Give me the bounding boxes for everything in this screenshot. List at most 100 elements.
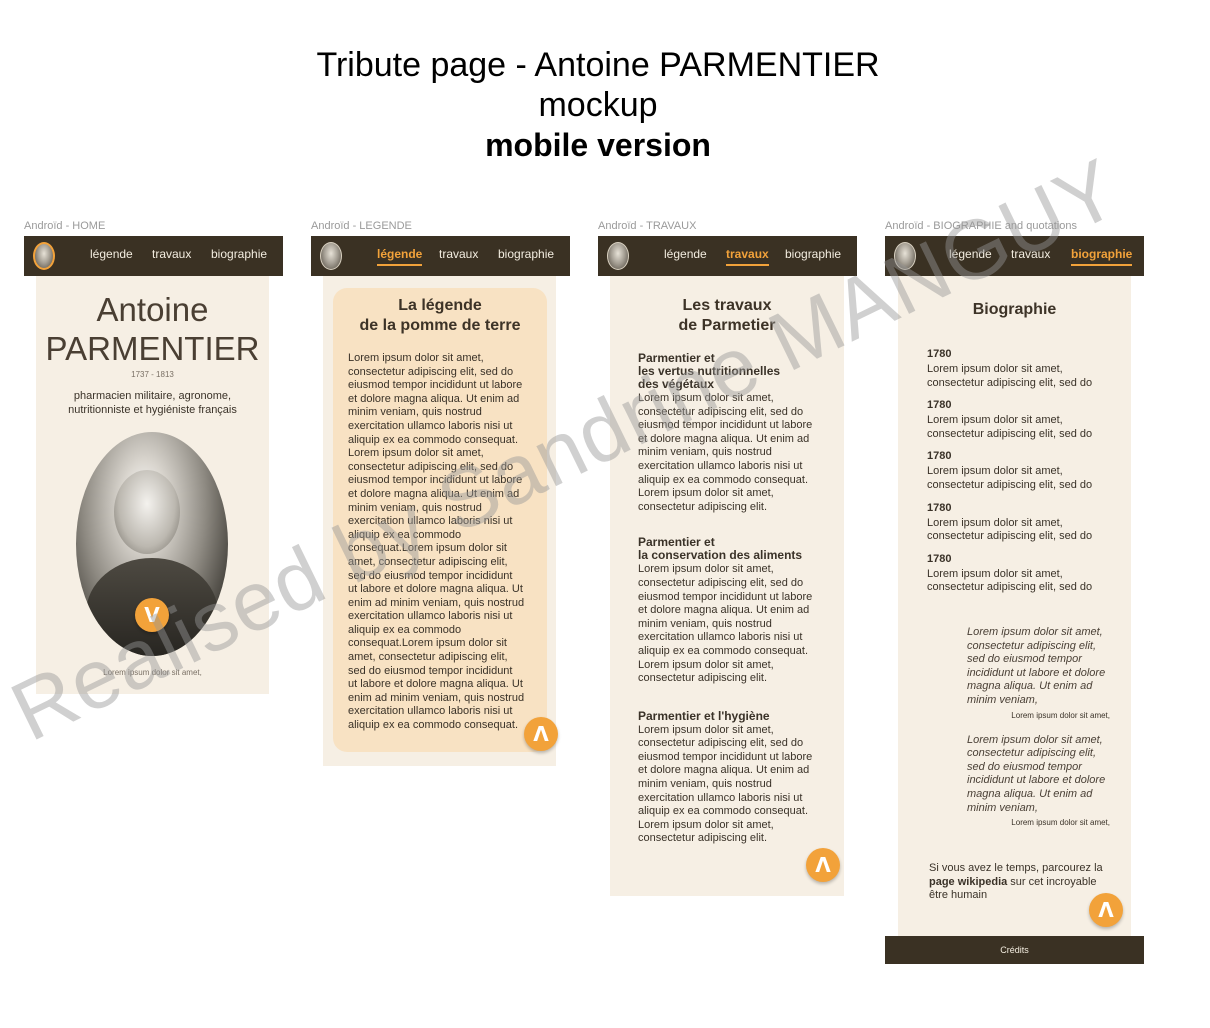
travaux-section-title-line: Parmentier et l'hygiène [638,708,770,723]
travaux-heading-line-2: de Parmetier [678,317,776,334]
biography-entry: 1780 Lorem ipsum dolor sit amet, consectet… [927,399,1127,441]
travaux-section-title: Parmentier et l'hygiène [638,708,838,723]
nav-legende[interactable]: légende [377,247,423,266]
portrait-face [114,470,180,554]
biography-year: 1780 [927,450,952,463]
travaux-text-line: aliquip ex ea commodo consequat. [638,805,808,818]
legende-text-line: ut labore et dolore magna aliqua. Ut [348,678,523,691]
legende-text-line: Lorem ipsum dolor sit amet, [348,447,484,460]
quotation-line: Lorem ipsum dolor sit amet, [967,733,1103,746]
travaux-section-body: Lorem ipsum dolor sit amet, consectetur a… [638,563,838,685]
nav-biographie[interactable]: biographie [1071,247,1133,266]
biography-text: Lorem ipsum dolor sit amet, [927,363,1063,375]
legende-text-line: eiusmod tempor incididunt ut labore [348,379,523,392]
parmentier-avatar-icon[interactable] [607,242,629,270]
biography-year: 1780 [927,501,952,514]
biography-text: consectetur adipiscing elit, sed do [927,581,1093,594]
legende-text-line: aliquip ex ea commodo [348,528,462,541]
nav-biographie[interactable]: biographie [785,247,841,261]
travaux-text-line: minim veniam, quis nostrud [638,617,772,630]
quotation-line: consectetur adipiscing elit, [967,747,1097,760]
nav-travaux[interactable]: travaux [439,247,478,261]
legende-text-line: amet, consectetur adipiscing elit, [348,555,508,568]
scroll-up-button[interactable]: Λ [1089,893,1123,927]
scroll-down-button[interactable]: V [135,598,169,632]
navbar-biographie: légende travaux biographie [885,236,1144,276]
travaux-section: Parmentier et les vertus nutritionnelles d… [638,352,838,514]
travaux-sections: Parmentier et les vertus nutritionnelles d… [638,352,838,846]
travaux-text-line: et dolore magna aliqua. Ut enim ad [638,764,810,777]
nav-legende[interactable]: légende [90,247,133,261]
quotation-line: sed do eiusmod tempor [967,760,1082,773]
parmentier-avatar-icon[interactable] [894,242,916,270]
nav-legende[interactable]: légende [664,247,707,261]
nav-travaux[interactable]: travaux [726,247,769,266]
biography-text: Lorem ipsum dolor sit amet, [927,516,1063,529]
travaux-text-line: exercitation ullamco laboris nisi ut [638,791,803,804]
travaux-section-title: Parmentier et la conservation des aliment… [638,536,838,562]
home-subtitle: pharmacien militaire, agronome, nutritio… [68,390,237,416]
travaux-text-line: exercitation ullamco laboris nisi ut [638,459,803,472]
travaux-section-title-line: des végétaux [638,377,715,391]
wiki-line-2-rest: sur cet incroyable [1007,875,1097,888]
travaux-section-body: Lorem ipsum dolor sit amet, consectetur a… [638,392,838,514]
credits-footer[interactable]: Crédits [885,936,1144,964]
legende-heading-line-1: La légende [398,297,482,314]
scroll-up-button[interactable]: Λ [524,717,558,751]
travaux-text-line: Lorem ipsum dolor sit amet, [638,818,774,831]
legende-text-line: enim ad minim veniam, quis nostrud [348,596,525,609]
travaux-text-line: Lorem ipsum dolor sit amet, [638,392,774,404]
legende-text-line: aliquip ex ea commodo [348,623,462,636]
legende-text-line: sed do eiusmod tempor incididunt [348,569,513,582]
travaux-section-body: Lorem ipsum dolor sit amet, consectetur a… [638,724,838,846]
travaux-section-title-line: la conservation des aliments [638,548,803,563]
biography-text: Lorem ipsum dolor sit amet, [927,567,1063,580]
travaux-text-line: aliquip ex ea commodo consequat. [638,644,808,657]
nav-travaux[interactable]: travaux [152,247,191,261]
quotation-line: incididunt ut labore et dolore [967,666,1106,679]
title-line-2: mockup [538,86,658,124]
quotation: Lorem ipsum dolor sit amet, consectetur a… [967,734,1110,828]
navbar-travaux: légende travaux biographie [598,236,857,276]
biography-year: 1780 [927,399,952,412]
parmentier-avatar-icon[interactable] [320,242,342,270]
legende-text-line: consectetur adipiscing elit, sed do [348,365,514,378]
legende-text-line: consectetur adipiscing elit, sed do [348,460,514,473]
quotation-author: Lorem ipsum dolor sit amet, [1011,818,1110,828]
home-name-first: Antoine [96,291,209,328]
travaux-text-line: et dolore magna aliqua. Ut enim ad [638,432,810,445]
parmentier-avatar-icon[interactable] [33,242,55,270]
biography-text: Lorem ipsum dolor sit amet, [927,414,1063,427]
biographie-heading: Biographie [972,301,1057,318]
legende-text-line: minim veniam, quis nostrud [348,501,482,514]
biography-year: 1780 [927,348,952,360]
biographie-timeline: 1780 Lorem ipsum dolor sit amet, consectet… [927,348,1127,604]
nav-biographie[interactable]: biographie [211,247,267,261]
nav-travaux[interactable]: travaux [1011,247,1050,261]
frame-label-travaux: Androïd - TRAVAUX [598,220,697,232]
biography-text: consectetur adipiscing elit, sed do [927,427,1093,440]
nav-legende[interactable]: légende [949,247,992,261]
nav-biographie[interactable]: biographie [498,247,554,261]
legende-text-line: sed do eiusmod tempor incididunt [348,664,513,677]
travaux-text-line: consectetur adipiscing elit. [638,832,768,845]
quotation-author: Lorem ipsum dolor sit amet, [1011,710,1110,720]
quotation-line: magna aliqua. Ut enim ad [967,787,1093,800]
legende-heading-line-2: de la pomme de terre [359,317,521,334]
travaux-text-line: Lorem ipsum dolor sit amet, [638,487,774,500]
wiki-line-2: page wikipedia sur cet incroyable [929,876,1125,890]
legende-heading: La légende de la pomme de terre [333,296,547,336]
travaux-text-line: consectetur adipiscing elit. [638,500,768,513]
scroll-up-button[interactable]: Λ [806,848,840,882]
travaux-text-line: consectetur adipiscing elit. [638,672,768,685]
travaux-section: Parmentier et l'hygiène Lorem ipsum dolor… [638,708,838,846]
legende-text-line: minim veniam, quis nostrud [348,406,482,419]
travaux-text-line: minim veniam, quis nostrud [638,778,772,791]
biography-entry: 1780 Lorem ipsum dolor sit amet, consectet… [927,348,1127,390]
title-line-3: mobile version [485,127,711,163]
legende-body-text: Lorem ipsum dolor sit amet, consectetur a… [348,352,544,733]
legende-text-line: exercitation ullamco laboris nisi ut [348,419,513,432]
mockup-title: Tribute page - Antoine PARMENTIER mockup… [0,45,1196,165]
wiki-line-1: Si vous avez le temps, parcourez la [929,862,1103,874]
wikipedia-link[interactable]: page wikipedia [929,876,1007,888]
